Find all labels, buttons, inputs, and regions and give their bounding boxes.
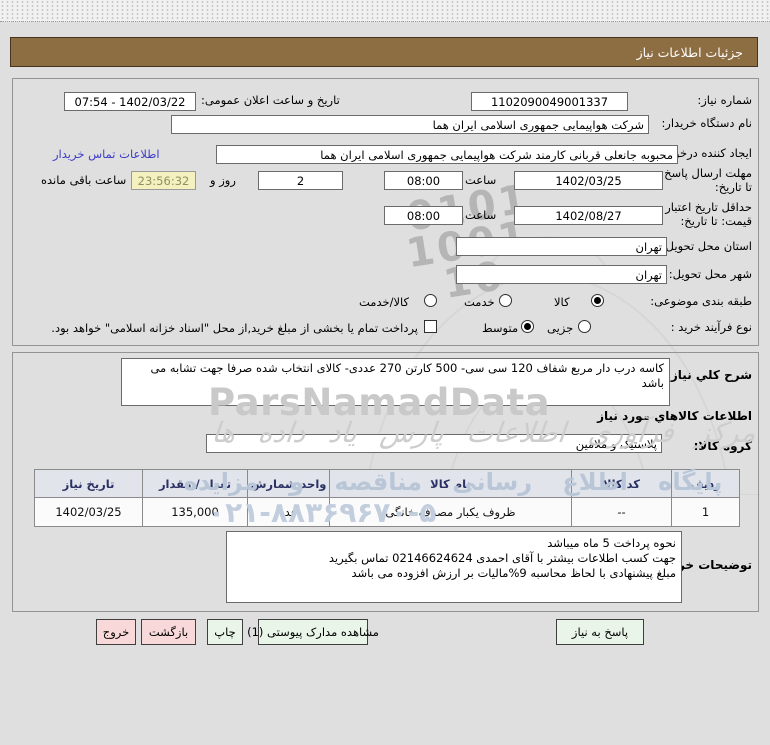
classification-label: طبقه بندی موضوعی: [650,294,752,308]
exit-button[interactable]: خروج [96,619,136,645]
hours-remaining-label: ساعت باقی مانده [41,173,127,187]
buyer-org-field[interactable]: شرکت هواپیمایی جمهوری اسلامی ایران هما [171,115,649,134]
reply-deadline-date-field[interactable]: 1402/03/25 [514,171,663,190]
buyer-contact-link[interactable]: اطلاعات تماس خریدار [53,147,160,161]
cell-quantity: 135,000 [142,497,248,527]
top-texture-band [0,0,770,22]
radio-medium-label: متوسط [482,321,519,335]
radio-medium[interactable] [521,320,534,333]
radio-minor[interactable] [578,320,591,333]
goods-table-header-row: ردیف کد کالا نام کالا واحد شمارش تعداد /… [34,469,740,498]
delivery-city-label: شهر محل تحویل: [668,267,752,281]
buyer-notes-line: جهت کسب اطلاعات بیشتر با آقای احمدی 0214… [328,551,676,565]
goods-table: ردیف کد کالا نام کالا واحد شمارش تعداد /… [34,469,740,527]
price-validity-hour-label: ساعت [465,208,497,222]
radio-goods-service[interactable] [424,294,437,307]
need-number-field[interactable]: 1102090049001337 [471,92,628,111]
cell-row-number: 1 [671,497,740,527]
radio-minor-label: جزیی [547,321,574,335]
cell-item-name: ظروف یکبار مصرف خانگی [329,497,572,527]
reply-deadline-label: مهلت ارسال پاسخ: تا تاریخ: [660,166,752,194]
announce-datetime-field[interactable]: 1402/03/22 - 07:54 [64,92,196,111]
price-validity-date-field[interactable]: 1402/08/27 [514,206,663,225]
buyer-org-label: نام دستگاه خریدار: [661,116,752,130]
delivery-province-field[interactable]: تهران [456,237,667,256]
days-and-label: روز و [210,173,236,187]
col-unit: واحد شمارش [247,469,330,498]
need-number-label: شماره نیاز: [697,93,752,107]
col-item-name: نام کالا [329,469,572,498]
procurement-detail-page: 0101 1001 10 جزئیات اطلاعات نیاز شماره ن… [0,0,770,745]
print-button[interactable]: چاپ [207,619,243,645]
countdown-timer: 23:56:32 [131,171,196,190]
reply-deadline-days-field[interactable]: 2 [258,171,343,190]
need-details-panel: شرح کلي نیاز: کاسه درب دار مربع شفاف 120… [12,352,759,612]
cell-item-code: -- [571,497,672,527]
radio-service[interactable] [499,294,512,307]
page-title: جزئیات اطلاعات نیاز [10,37,758,67]
general-info-panel: شماره نیاز: 1102090049001337 تاریخ و ساع… [12,78,759,346]
announce-datetime-label: تاریخ و ساعت اعلان عمومی: [201,93,340,107]
cell-need-date: 1402/03/25 [34,497,143,527]
goods-table-row: 1 -- ظروف یکبار مصرف خانگی عدد 135,000 1… [34,497,740,527]
radio-service-label: خدمت [464,295,495,309]
price-validity-label: حداقل تاریخ اعتبار قیمت: تا تاریخ: [665,200,752,228]
radio-goods[interactable] [591,294,604,307]
goods-info-heading: اطلاعات کالاهاي مورد نیاز [597,409,752,423]
buyer-notes-field[interactable]: نحوه پرداخت 5 ماه میباشد جهت کسب اطلاعات… [226,531,682,603]
reply-deadline-hour-label: ساعت [465,173,497,187]
respond-to-need-button[interactable]: پاسخ به نیاز [556,619,644,645]
radio-goods-service-label: کالا/خدمت [359,295,410,309]
general-desc-label: شرح کلي نیاز: [666,368,752,382]
col-row-number: ردیف [671,469,740,498]
price-validity-time-field[interactable]: 08:00 [384,206,463,225]
col-item-code: کد کالا [571,469,672,498]
request-creator-field[interactable]: محبوبه جانعلی قربانی کارمند شرکت هواپیما… [216,145,678,164]
goods-group-label: گروه کالا: [693,439,752,453]
buyer-notes-line: نحوه پرداخت 5 ماه میباشد [547,536,676,550]
purchase-process-label: نوع فرآیند خرید : [670,320,752,334]
cell-unit: عدد [247,497,330,527]
delivery-city-field[interactable]: تهران [456,265,667,284]
goods-group-field[interactable]: پلاستیک و ملامین [206,434,662,453]
reply-deadline-time-field[interactable]: 08:00 [384,171,463,190]
back-button[interactable]: بازگشت [141,619,196,645]
col-quantity: تعداد / مقدار [142,469,248,498]
page-title-text: جزئیات اطلاعات نیاز [636,44,743,60]
col-need-date: تاریخ نیاز [34,469,143,498]
treasury-checkbox[interactable] [424,320,437,333]
buyer-notes-line: مبلغ پیشنهادی با لحاظ محاسبه 9%مالیات بر… [351,566,676,580]
treasury-checkbox-label: پرداخت تمام یا بخشی از مبلغ خرید,از محل … [51,321,418,335]
delivery-province-label: استان محل تحویل: [661,239,752,253]
general-desc-field[interactable]: کاسه درب دار مربع شفاف 120 سی سی- 500 کا… [121,358,670,406]
radio-goods-label: کالا [554,295,570,309]
view-attachments-button[interactable]: مشاهده مدارک پیوستی (1) [247,619,379,645]
